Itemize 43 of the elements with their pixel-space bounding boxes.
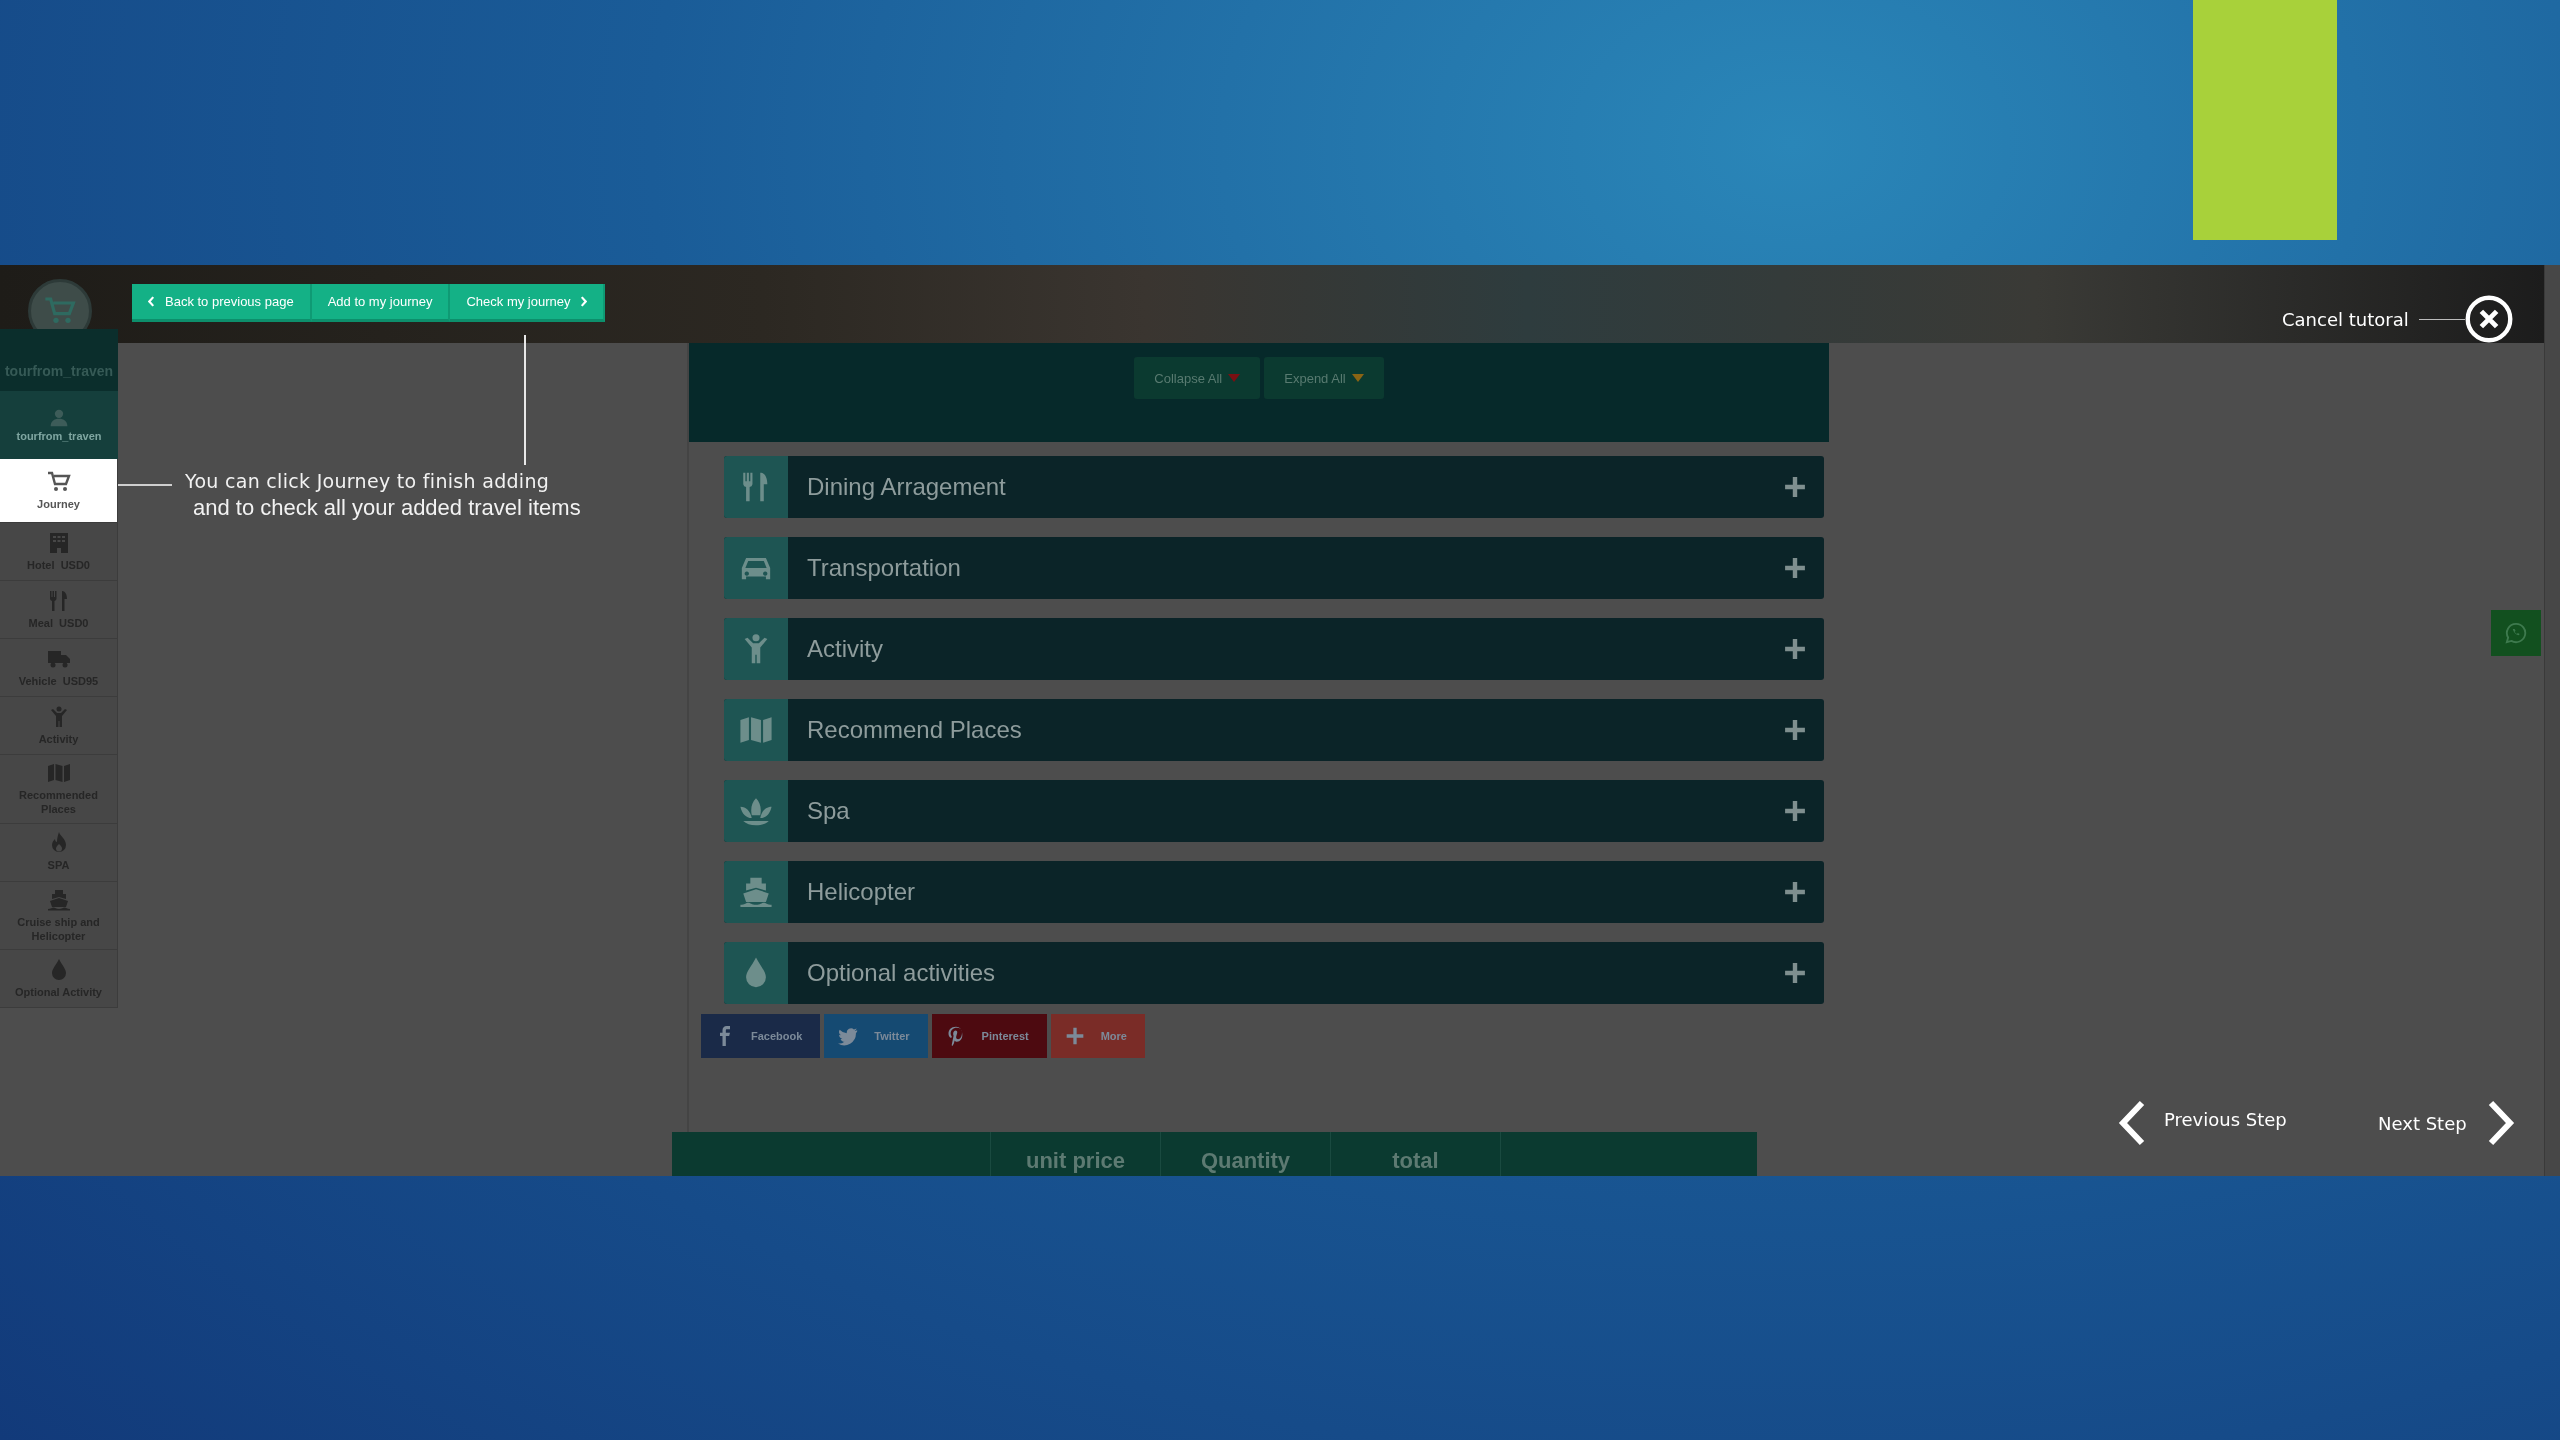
accordion-row[interactable]: Dining Arragement bbox=[724, 456, 1824, 518]
accordion-row[interactable]: Helicopter bbox=[724, 861, 1824, 923]
accordion-row[interactable]: Optional activities bbox=[724, 942, 1824, 1004]
triangle-down-icon bbox=[1351, 374, 1364, 382]
chevron-right-icon bbox=[2486, 1100, 2515, 1146]
user-label: tourfrom_traven bbox=[16, 430, 102, 442]
chevron-left-icon bbox=[148, 296, 155, 307]
collapse-all-button[interactable]: Collapse All bbox=[1134, 357, 1261, 399]
sidebar-item[interactable]: Journey bbox=[0, 459, 118, 523]
next-step-button[interactable]: Next Step bbox=[2378, 1100, 2515, 1146]
chevron-right-icon bbox=[580, 296, 588, 307]
accordion-row[interactable]: Recommend Places bbox=[724, 699, 1824, 761]
map-icon bbox=[46, 761, 71, 785]
column-header: Quantity bbox=[1160, 1132, 1330, 1176]
share-button[interactable]: Twitter bbox=[824, 1014, 928, 1058]
column-header: total bbox=[1330, 1132, 1500, 1176]
chat-button[interactable] bbox=[2491, 610, 2541, 656]
tutorial-hint: and to check all your added travel items bbox=[193, 495, 581, 521]
share-button[interactable]: More bbox=[1050, 1014, 1145, 1058]
previous-step-button[interactable]: Previous Step bbox=[2118, 1100, 2287, 1146]
chevron-left-icon bbox=[2118, 1100, 2146, 1146]
tutorial-hint: You can click Journey to finish adding bbox=[185, 470, 551, 492]
column-header: unit price bbox=[990, 1132, 1160, 1176]
ship-icon bbox=[739, 875, 773, 909]
header-button[interactable]: Check my journey bbox=[450, 284, 606, 322]
share-button[interactable]: Pinterest bbox=[931, 1014, 1047, 1058]
user-icon bbox=[49, 408, 69, 428]
ship-icon bbox=[46, 887, 71, 912]
expand-all-button[interactable]: Expend All bbox=[1264, 357, 1384, 399]
header-button[interactable]: Back to previous page bbox=[132, 284, 312, 322]
share-button[interactable]: Facebook bbox=[701, 1014, 821, 1058]
bird-icon bbox=[838, 1026, 859, 1046]
triangle-down-icon bbox=[1228, 374, 1241, 382]
accordion-row[interactable]: Activity bbox=[724, 618, 1824, 680]
close-icon bbox=[2464, 295, 2513, 343]
accordion-row[interactable]: Spa bbox=[724, 780, 1824, 842]
plus-icon bbox=[1064, 1026, 1085, 1046]
chat-bubble-icon bbox=[2505, 622, 2527, 644]
cancel-tutorial-button[interactable]: Cancel tutoral bbox=[2282, 295, 2513, 343]
header-button[interactable]: Add to my journey bbox=[311, 284, 451, 322]
leader-line bbox=[118, 484, 172, 486]
accordion-row[interactable]: Transportation bbox=[724, 537, 1824, 599]
cart-icon bbox=[46, 469, 71, 494]
